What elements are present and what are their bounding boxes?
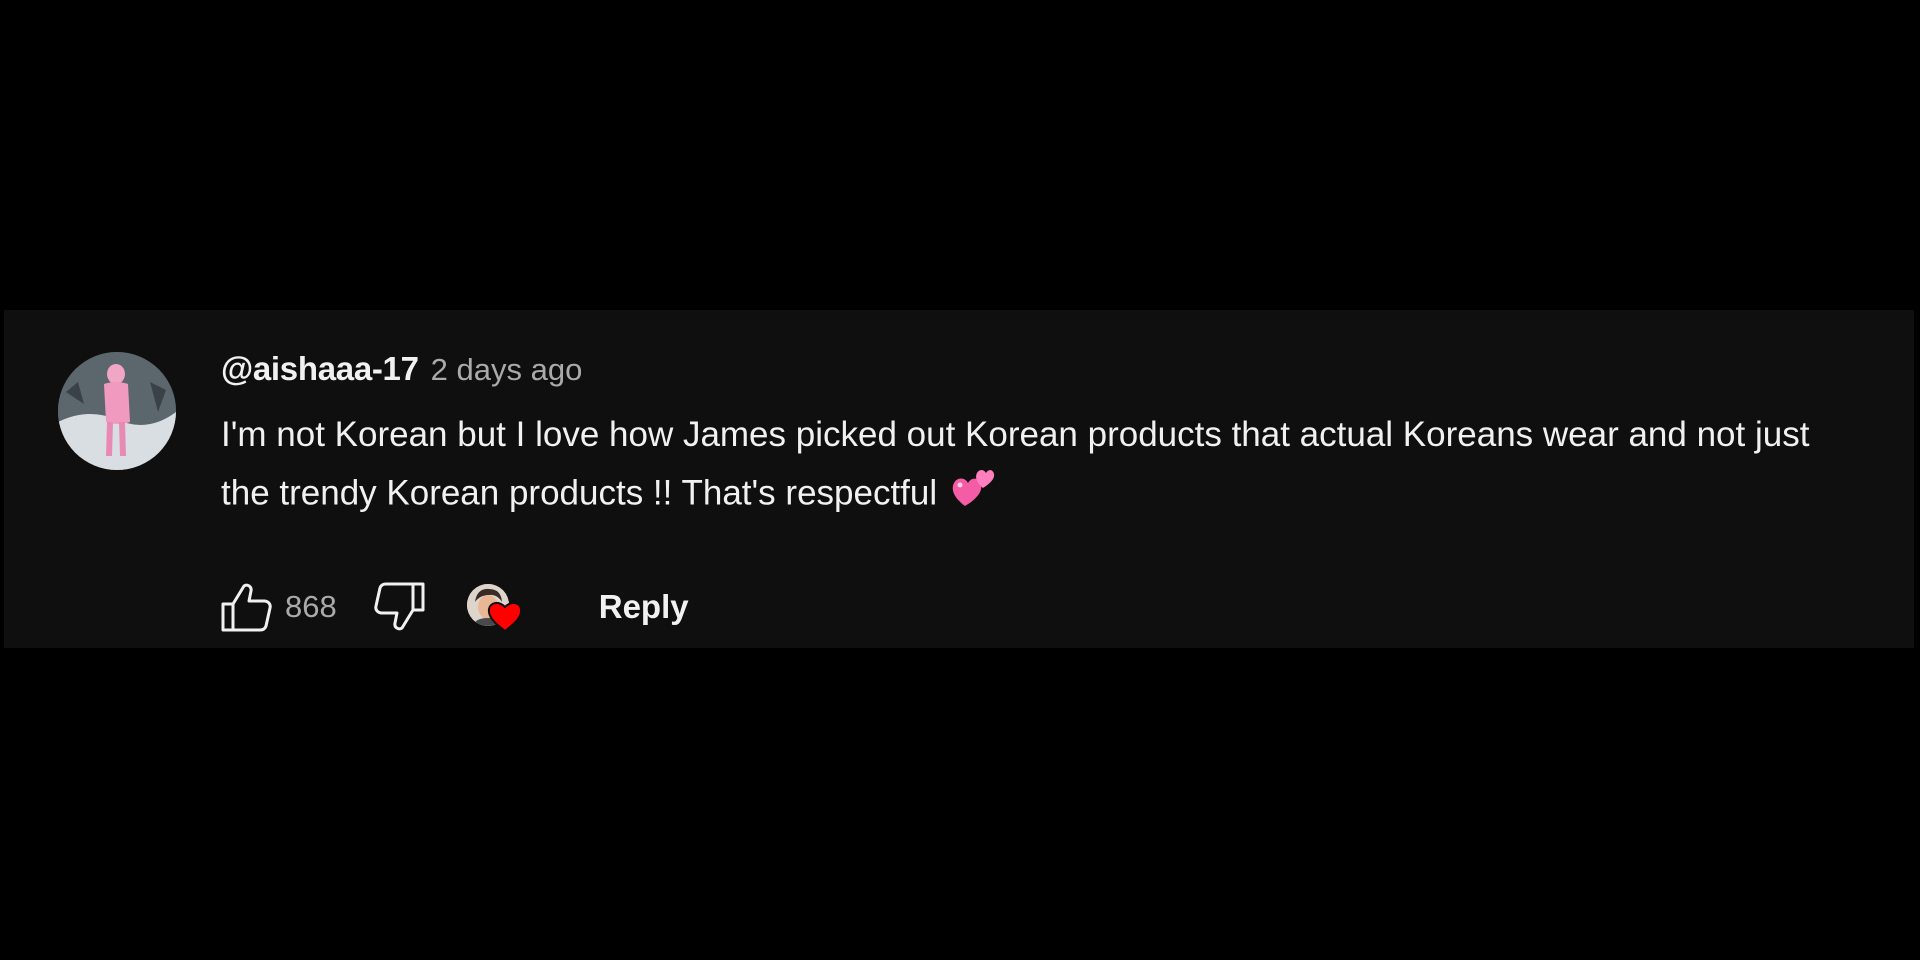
avatar-image <box>58 352 176 470</box>
thumbs-down-icon <box>374 582 425 631</box>
comment-text: I'm not Korean but I love how James pick… <box>221 415 1810 513</box>
comment-action-bar: 868 Reply <box>217 572 697 642</box>
author-name[interactable]: @aishaaa-17 <box>221 350 419 388</box>
comment-timestamp[interactable]: 2 days ago <box>431 352 583 388</box>
thumbs-up-icon <box>221 583 272 632</box>
comment-header: @aishaaa-17 2 days ago <box>221 350 1871 394</box>
comment-body: @aishaaa-17 2 days ago I'm not Korean bu… <box>221 350 1871 526</box>
like-button[interactable] <box>217 578 275 636</box>
comment-text-block: I'm not Korean but I love how James pick… <box>221 406 1861 526</box>
dislike-button[interactable] <box>371 578 429 636</box>
like-count: 868 <box>285 589 337 624</box>
reply-button[interactable]: Reply <box>591 578 697 636</box>
two-hearts-emoji-icon <box>951 464 997 526</box>
comment-thread: @aishaaa-17 2 days ago I'm not Korean bu… <box>4 310 1914 648</box>
creator-heart-icon <box>487 601 522 632</box>
creator-heart-badge[interactable] <box>465 578 533 636</box>
commenter-avatar[interactable] <box>58 352 176 470</box>
